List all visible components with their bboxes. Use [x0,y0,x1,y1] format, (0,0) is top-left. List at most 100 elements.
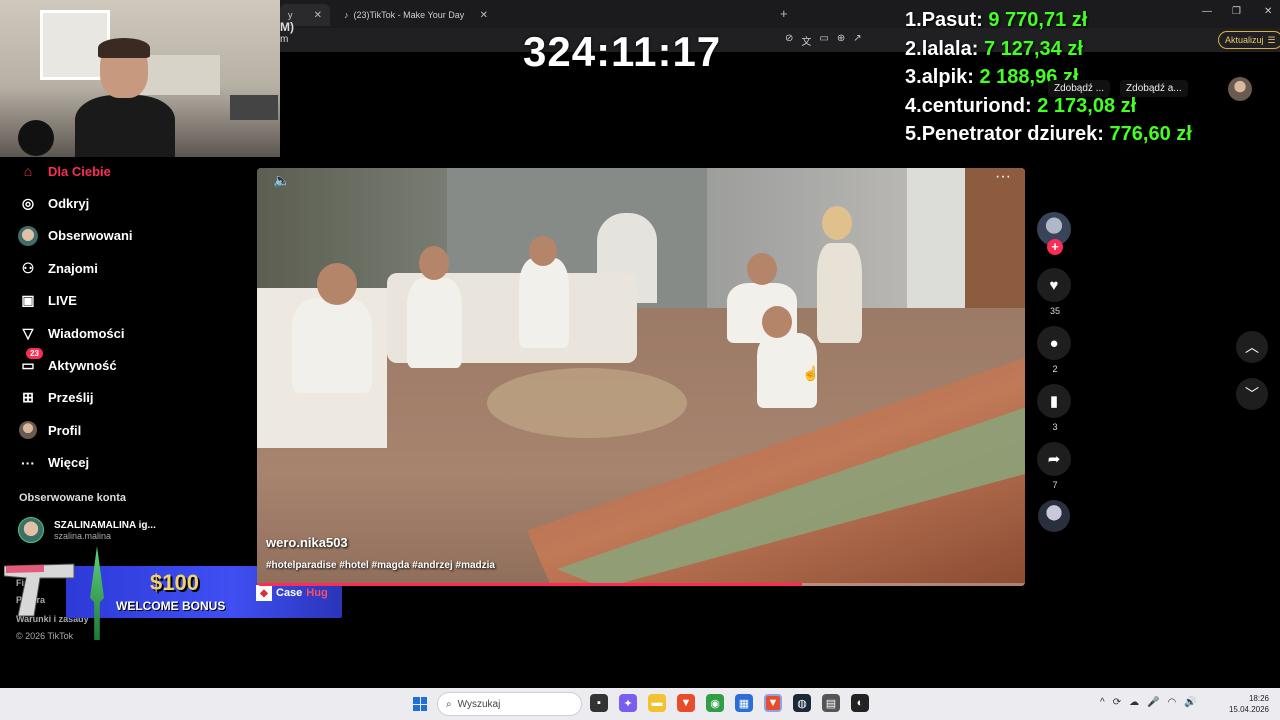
avatar [18,517,44,543]
user-avatar[interactable] [1228,77,1252,101]
restore-icon[interactable]: ❐ [1232,6,1241,17]
sidebar-item-following[interactable]: Obserwowani [18,220,248,252]
streamer-body [75,95,175,157]
comment-count: 2 [1052,364,1058,374]
browser-tab-tiktok[interactable]: ♪ (23)TikTok - Make Your Day ✕ [336,4,496,26]
volume-icon[interactable]: 🔈 [273,172,290,189]
close-tab-icon[interactable]: ✕ [314,10,322,21]
get-app-button-2[interactable]: Zdobądź a... [1120,80,1188,97]
brand-hug: Hug [306,587,328,599]
tab-title: (23)TikTok - Make Your Day [353,10,465,20]
more-options-icon[interactable]: ··· [995,168,1011,186]
followed-account[interactable]: SZALINAMALINA ig... szalina.malina [18,517,156,543]
leaderboard-row: 1.Pasut: 9 770,71 zł [905,9,1088,31]
minimize-icon[interactable]: — [1202,6,1212,17]
sidebar-item-live[interactable]: ▣ LIVE [18,285,248,317]
avatar-icon [18,225,38,246]
calculator-icon[interactable]: ▤ [822,694,840,712]
task-view-icon[interactable]: ▪ [590,694,608,712]
video-scene-wood [965,168,1025,318]
cast-icon[interactable]: ▭ [819,33,828,48]
close-tab-icon[interactable]: ✕ [480,10,488,21]
video-progress-bar[interactable] [257,583,1025,586]
get-app-button[interactable]: Zdobądź ... [1048,80,1111,97]
file-explorer-icon[interactable]: ▬ [648,694,666,712]
chrome-icon[interactable]: ◉ [706,694,724,712]
tiktok-icon: ♪ [344,10,349,20]
volume-icon[interactable]: 🔊 [1184,697,1196,708]
store-icon[interactable]: ▦ [735,694,753,712]
knife-graphic [90,546,104,640]
next-video-button[interactable]: ﹀ [1236,378,1268,410]
streamer [70,38,180,157]
system-tray: ^ ⟳ ☁ 🎤 ◠ 🔊 [1100,697,1197,708]
brave-icon[interactable]: ▼ [677,694,695,712]
mic-icon[interactable]: 🎤 [1147,697,1159,708]
sidebar-item-friends[interactable]: ⚇ Znajomi [18,252,248,284]
sidebar-item-for-you[interactable]: ⌂ Dla Ciebie [18,155,248,187]
webcam-feed [0,0,280,157]
like-count: 35 [1049,306,1060,316]
bookmark-button[interactable]: ▮ [1037,384,1071,418]
sidebar-item-messages[interactable]: ▽ Wiadomości [18,317,248,349]
zoom-icon[interactable]: ⊕ [837,33,845,48]
sidebar-item-profile[interactable]: Profil [18,414,248,446]
account-name: SZALINAMALINA ig... [54,519,156,531]
brand-case: Case [276,587,303,599]
obs-icon[interactable]: ◐ [851,694,869,712]
video-author[interactable]: wero.nika503 [266,535,348,550]
url-fragment-top: M) [280,20,294,34]
sidebar-item-more[interactable]: ··· Więcej [18,447,248,479]
sidebar-item-label: Znajomi [48,260,98,276]
steam-icon[interactable]: ◍ [793,694,811,712]
brave-active-icon[interactable]: ▼ [764,694,782,712]
sidebar-item-label: Wiadomości [48,325,125,341]
start-button[interactable] [413,697,427,711]
pistol-graphic [4,563,75,617]
sidebar-item-explore[interactable]: ◎ Odkryj [18,187,248,219]
donation-leaderboard: 1.Pasut: 9 770,71 zł 2.lalala: 7 127,34 … [905,6,1192,149]
close-window-icon[interactable]: ✕ [1264,6,1272,17]
copilot-icon[interactable]: ✦ [619,694,637,712]
search-placeholder: Wyszukaj [457,698,501,710]
system-clock[interactable]: 18:26 15.04.2026 [1225,693,1269,715]
like-button[interactable]: ♥ [1037,268,1071,302]
sidebar-item-label: Profil [48,422,82,438]
video-progress-fill [257,583,803,586]
creator-avatar[interactable]: + [1037,212,1071,255]
upload-icon: ⊞ [22,389,34,406]
video-player[interactable]: 🔈 ··· ☝ wero.nika503 #hotelparadise #hot… [257,168,1025,586]
video-caption[interactable]: #hotelparadise #hotel #magda #andrzej #m… [266,560,495,571]
bookmark-icon: ▮ [1049,393,1059,410]
taskbar-search[interactable]: ⌕ Wyszukaj [437,692,582,716]
mute-icon[interactable]: ⊘ [785,33,793,48]
follow-plus-icon[interactable]: + [1047,239,1063,255]
comment-button[interactable]: ● [1037,326,1071,360]
webcam-device-bg [230,95,278,120]
share-icon[interactable]: ↗ [853,33,861,48]
windows-taskbar: ⌕ Wyszukaj ▪ ✦ ▬ ▼ ◉ ▦ ▼ ◍ ▤ ◐ ^ ⟳ ☁ 🎤 ◠… [0,688,1280,720]
previous-video-button[interactable]: ︿ [1236,331,1268,363]
promo-text: WELCOME BONUS [116,599,226,613]
inbox-icon: ▭ 23 [18,347,43,376]
chevron-up-icon: ︿ [1245,339,1259,355]
sync-icon[interactable]: ⟳ [1113,697,1121,708]
account-handle: szalina.malina [54,530,112,541]
comment-icon: ● [1049,334,1059,352]
sound-avatar[interactable] [1038,500,1070,532]
chevron-up-icon[interactable]: ^ [1100,697,1105,708]
profile-icon [18,420,38,440]
url-fragment-bottom: m [280,34,289,45]
more-icon: ··· [21,454,35,471]
cloud-icon[interactable]: ☁ [1129,697,1139,708]
sidebar-item-upload[interactable]: ⊞ Prześlij [18,382,248,414]
share-button[interactable]: ➦ [1037,442,1071,476]
brand-logo-icon: ◆ [256,585,272,601]
sidebar-item-activity[interactable]: ▭ 23 Aktywność [18,347,248,381]
update-button[interactable]: Aktualizuj ☰ [1218,31,1280,49]
mouse-cursor-icon: ☝ [802,365,820,381]
translate-icon[interactable]: 文 [801,33,811,48]
new-tab-button[interactable]: + [780,6,788,21]
wifi-icon[interactable]: ◠ [1168,697,1177,708]
notification-badge: 23 [26,347,43,359]
